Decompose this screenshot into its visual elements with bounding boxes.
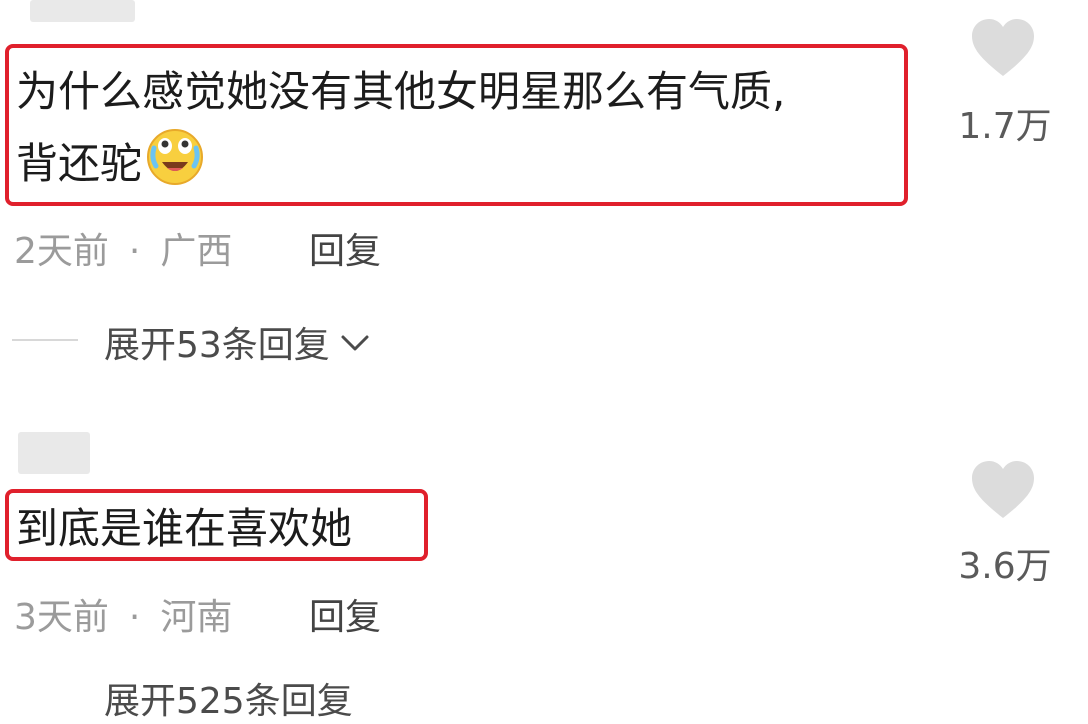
expand-replies-button[interactable]: 展开53条回复 — [104, 316, 370, 368]
reply-button[interactable]: 回复 — [309, 588, 381, 640]
comment-text: 到底是谁在喜欢她 — [16, 504, 353, 553]
comment-meta: 3天前 · 河南 — [14, 588, 232, 640]
comment-line: 为什么感觉她没有其他女明星那么有气质, — [16, 67, 786, 116]
like-count: 1.7万 — [958, 106, 1052, 147]
like-count: 3.6万 — [958, 546, 1052, 587]
divider-line — [12, 339, 78, 341]
expand-replies-label: 展开525条回复 — [104, 681, 353, 722]
blurred-username — [18, 432, 90, 474]
comment-location: 河南 — [160, 597, 233, 638]
comment-line: 背还驼 — [16, 124, 785, 204]
like-heart-icon[interactable] — [970, 460, 1036, 524]
like-heart-icon[interactable] — [970, 18, 1036, 82]
laughing-crying-emoji-icon — [144, 124, 206, 204]
comment-location: 广西 — [160, 231, 233, 272]
separator-dot: · — [128, 597, 141, 638]
comment-time: 2天前 — [14, 231, 109, 272]
chevron-down-icon — [340, 321, 370, 362]
reply-button[interactable]: 回复 — [309, 222, 381, 274]
expand-replies-label: 展开53条回复 — [104, 325, 330, 366]
expand-replies-button[interactable]: 展开525条回复 — [104, 672, 353, 724]
comment-meta: 2天前 · 广西 — [14, 222, 232, 274]
comment-text: 为什么感觉她没有其他女明星那么有气质, 背还驼 — [16, 60, 785, 204]
comment-time: 3天前 — [14, 597, 109, 638]
separator-dot: · — [128, 231, 141, 272]
blurred-username — [30, 0, 135, 22]
